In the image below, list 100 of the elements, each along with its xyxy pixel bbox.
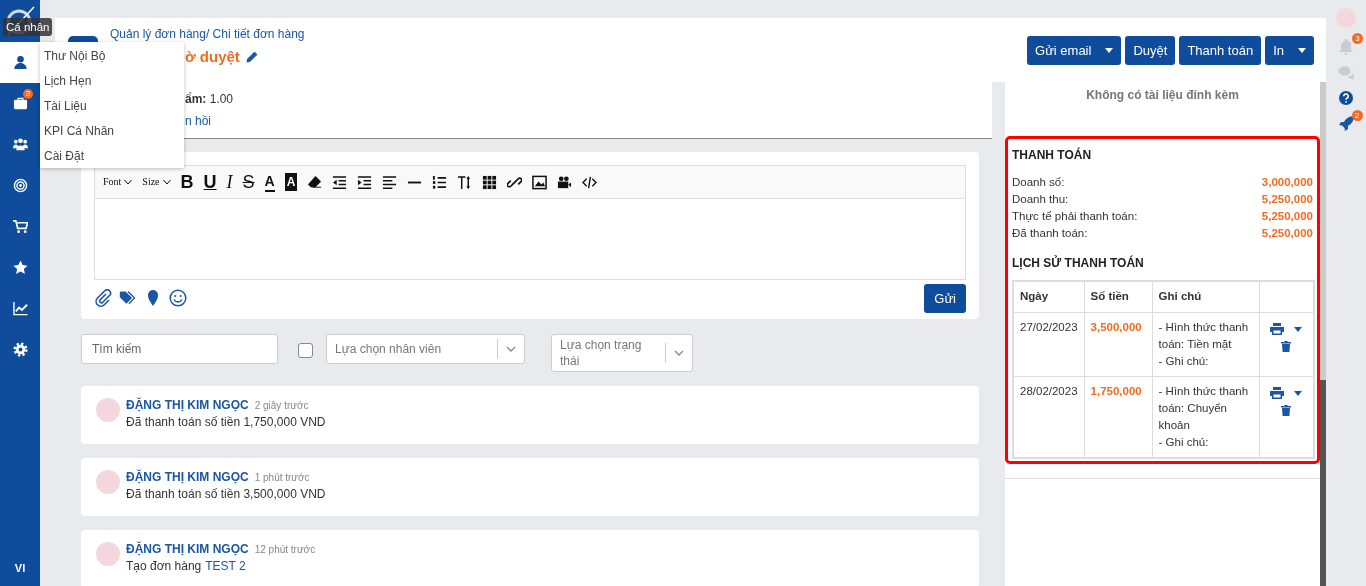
- numbered-list-icon[interactable]: [432, 174, 448, 190]
- chart-icon: [12, 301, 28, 316]
- settings-icon: [12, 342, 28, 357]
- send-button[interactable]: Gửi: [924, 283, 966, 313]
- menu-item[interactable]: Cài Đặt: [40, 144, 184, 169]
- link-icon[interactable]: [507, 174, 523, 190]
- timestamp: 2 giây trước: [254, 400, 309, 411]
- outdent-icon[interactable]: [332, 174, 348, 190]
- image-icon[interactable]: [532, 174, 548, 190]
- order-link[interactable]: TEST 2: [205, 559, 246, 573]
- help-icon[interactable]: [1339, 91, 1353, 105]
- target-icon: [12, 178, 28, 193]
- checkbox[interactable]: [298, 343, 313, 358]
- smiley-icon[interactable]: [169, 289, 187, 307]
- author-name[interactable]: ĐẶNG THỊ KIM NGỌC: [126, 470, 249, 484]
- menu-item[interactable]: KPI Cá Nhân: [40, 119, 184, 144]
- table-cell: - Hình thức thanh toán: Tiền mặt - Ghi chú:: [1152, 312, 1260, 377]
- table-cell: 27/02/2023: [1013, 312, 1085, 377]
- search-field[interactable]: Tìm kiếm: [81, 334, 278, 364]
- count-badge: 3: [23, 89, 33, 99]
- avatar: [96, 470, 120, 494]
- status-title: ờ duyệt: [185, 48, 240, 65]
- line-height-icon[interactable]: [457, 174, 473, 190]
- caret-icon[interactable]: [1298, 47, 1306, 53]
- action-button[interactable]: Duyệt: [1125, 35, 1176, 65]
- video-camera-icon[interactable]: [557, 174, 573, 190]
- activity-message: Tạo đơn hàng: [126, 559, 202, 573]
- toolbar-dropdown[interactable]: Size: [142, 173, 171, 191]
- person-icon: [12, 55, 28, 70]
- chevron-icon[interactable]: [506, 346, 516, 352]
- summary-value: 5,250,000: [1261, 226, 1313, 241]
- breadcrumb-link[interactable]: Quản lý đơn hàng/ Chi tiết đơn hàng: [110, 28, 305, 41]
- people-icon: [12, 137, 28, 152]
- caret-icon[interactable]: [1294, 326, 1303, 332]
- summary-value: 5,250,000: [1261, 192, 1313, 207]
- timestamp: 1 phút trước: [254, 472, 310, 483]
- dropdown-select[interactable]: Lựa chọn trạng thái: [551, 334, 693, 372]
- activity-message: Đã thanh toán số tiền 1,750,000 VND: [126, 415, 326, 429]
- caret-icon[interactable]: [1105, 47, 1114, 53]
- indent-icon[interactable]: [357, 174, 373, 190]
- split-button[interactable]: In: [1265, 35, 1314, 65]
- paperclip-icon[interactable]: [94, 289, 112, 307]
- font-color-button[interactable]: A: [264, 172, 275, 192]
- table-cell: 3,500,000: [1084, 312, 1153, 377]
- author-name[interactable]: ĐẶNG THỊ KIM NGỌC: [126, 398, 249, 412]
- column-header: Ghi chú: [1152, 281, 1260, 313]
- avatar: [96, 398, 120, 422]
- section-title: LỊCH SỬ THANH TOÁN: [1012, 256, 1145, 270]
- avatar: [96, 542, 120, 566]
- count-badge: 2: [1351, 110, 1363, 121]
- column-header: Ngày: [1013, 281, 1085, 313]
- action-button[interactable]: Thanh toán: [1179, 35, 1262, 65]
- briefcase-icon: [12, 96, 28, 111]
- table-icon[interactable]: [482, 174, 498, 190]
- chevron-icon: [162, 179, 171, 185]
- summary-label: Thực tế phải thanh toán:: [1012, 209, 1138, 224]
- italic-button[interactable]: I: [226, 173, 233, 191]
- eraser-icon[interactable]: [307, 174, 323, 190]
- caret-icon[interactable]: [1294, 390, 1303, 396]
- underline-button[interactable]: U: [203, 173, 217, 191]
- summary-label: Đã thanh toán:: [1012, 226, 1088, 241]
- language-code: VI: [14, 562, 26, 574]
- highlight-button[interactable]: A: [284, 173, 298, 191]
- trash-icon[interactable]: [1281, 341, 1292, 352]
- tooltip: Cá nhân: [3, 18, 53, 36]
- menu-item[interactable]: Tài Liệu: [40, 94, 184, 119]
- summary-value: 3,000,000: [1261, 175, 1313, 190]
- column-header: Số tiền: [1084, 281, 1153, 313]
- dropdown-select[interactable]: Lựa chọn nhân viên: [326, 334, 525, 364]
- pencil-icon[interactable]: [245, 50, 258, 63]
- printer-icon[interactable]: [1270, 387, 1285, 399]
- empty-message: Không có tài liệu đính kèm: [1085, 87, 1240, 104]
- author-name[interactable]: ĐẶNG THỊ KIM NGỌC: [126, 542, 249, 556]
- activity-message: Đã thanh toán số tiền 3,500,000 VND: [126, 487, 326, 501]
- trash-icon[interactable]: [1281, 405, 1292, 416]
- scroll-thumb[interactable]: [1320, 380, 1326, 586]
- chevron-icon[interactable]: [674, 350, 684, 356]
- menu-item[interactable]: Lịch Hẹn: [40, 69, 184, 94]
- printer-icon[interactable]: [1270, 323, 1285, 335]
- align-left-icon[interactable]: [382, 174, 398, 190]
- summary-label: Doanh thu:: [1012, 192, 1069, 207]
- toolbar-dropdown[interactable]: Font: [103, 173, 133, 191]
- field-text: ẩm: 1.00: [185, 92, 234, 106]
- rocket-icon[interactable]: [1338, 116, 1354, 131]
- tags-icon[interactable]: [119, 289, 137, 307]
- summary-label: Doanh số:: [1012, 175, 1065, 190]
- section-title: THANH TOÁN: [1012, 146, 1093, 164]
- tab-link[interactable]: n hồi: [185, 114, 212, 128]
- sidebar-item[interactable]: [0, 42, 40, 83]
- timestamp: 12 phút trước: [254, 544, 316, 555]
- scrollbar[interactable]: [1320, 82, 1326, 586]
- strikethrough-button[interactable]: S: [242, 173, 255, 191]
- chevron-icon: [124, 179, 133, 185]
- message-input[interactable]: [94, 199, 966, 280]
- menu-item[interactable]: Thư Nội Bộ: [40, 44, 184, 69]
- code-icon[interactable]: [582, 174, 598, 190]
- star-icon: [12, 260, 28, 275]
- count-badge: 3: [1352, 33, 1363, 44]
- bold-button[interactable]: B: [180, 173, 194, 191]
- split-button[interactable]: Gửi email: [1027, 35, 1122, 65]
